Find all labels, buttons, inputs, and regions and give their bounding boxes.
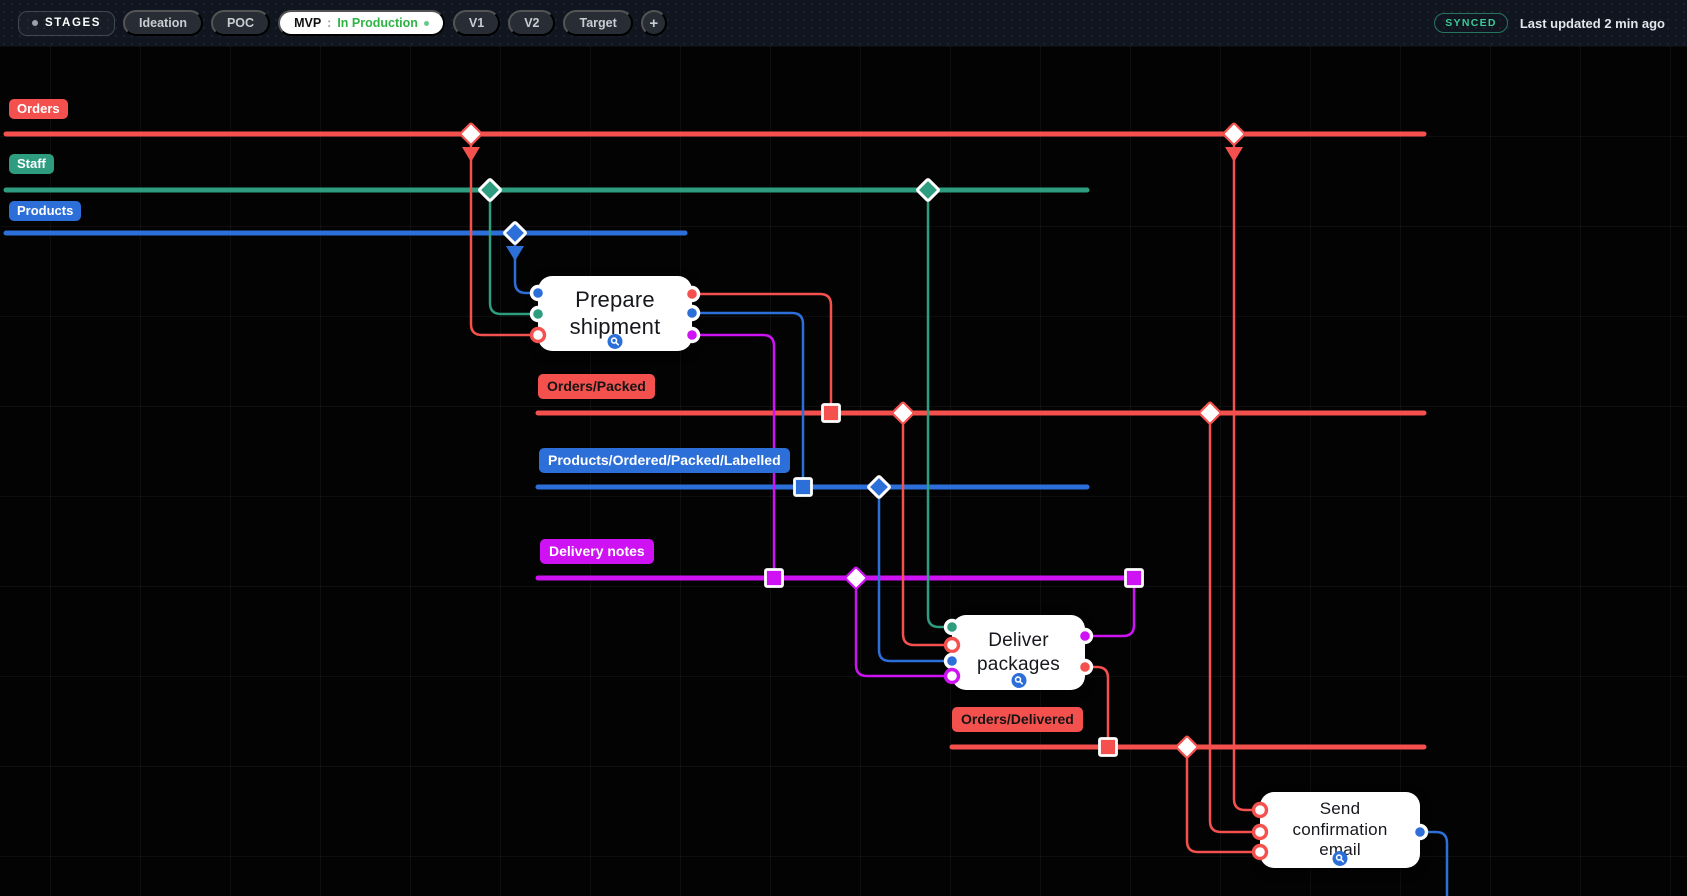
tab-target[interactable]: Target: [563, 10, 633, 36]
diagram-canvas[interactable]: Orders Staff Products Orders/Packed Products…: [0, 0, 1687, 896]
edge-layer: [3, 122, 1449, 896]
tab-separator: :: [327, 16, 332, 30]
status-dot-icon: [423, 20, 429, 26]
tab-label: Ideation: [139, 16, 187, 30]
tab-v1[interactable]: V1: [452, 10, 501, 36]
connector-edge[interactable]: [699, 292, 833, 405]
port-blue-solid[interactable]: [529, 284, 547, 302]
port-blue-solid[interactable]: [683, 304, 701, 322]
markers-group: [459, 122, 1246, 759]
stage-tabs: Ideation POC MVP: In Production V1 V2 Target: [123, 10, 633, 36]
square-marker[interactable]: [793, 477, 813, 497]
diamond-marker[interactable]: [867, 475, 891, 499]
tab-ideation[interactable]: Ideation: [123, 10, 203, 36]
plus-icon: +: [649, 14, 659, 32]
port-red-solid[interactable]: [683, 285, 701, 303]
square-marker[interactable]: [1124, 568, 1144, 588]
diamond-marker[interactable]: [1175, 735, 1199, 759]
port-blue-solid[interactable]: [943, 652, 961, 670]
stages-button-label: STAGES: [45, 17, 102, 29]
diamond-marker[interactable]: [478, 178, 502, 202]
diamond-marker[interactable]: [891, 401, 915, 425]
square-marker[interactable]: [821, 403, 841, 423]
last-updated-text: Last updated 2 min ago: [1519, 15, 1665, 31]
connector-edge[interactable]: [901, 420, 944, 647]
port-red-ring[interactable]: [1251, 843, 1269, 861]
connector-edge[interactable]: [1208, 420, 1252, 834]
port-teal-solid[interactable]: [943, 618, 961, 636]
diamond-marker[interactable]: [916, 178, 940, 202]
connector-edge[interactable]: [1426, 830, 1449, 896]
ports-group: [529, 284, 1429, 861]
stream-label-orders-packed[interactable]: Orders/Packed: [538, 374, 655, 399]
port-red-solid[interactable]: [1076, 658, 1094, 676]
port-magenta-ring[interactable]: [943, 667, 961, 685]
tab-label: Target: [579, 16, 617, 30]
diamond-marker[interactable]: [1198, 401, 1222, 425]
port-magenta-solid[interactable]: [683, 326, 701, 344]
tab-label: V1: [468, 16, 485, 30]
connector-edge[interactable]: [1185, 754, 1252, 854]
stream-label-staff[interactable]: Staff: [9, 154, 54, 174]
add-stage-button[interactable]: +: [640, 10, 667, 36]
diamond-marker[interactable]: [844, 566, 868, 590]
stream-label-products-ordered-packed-labelled[interactable]: Products/Ordered/Packed/Labelled: [539, 448, 790, 473]
flow-arrow-down-icon: [462, 147, 480, 162]
diamond-marker[interactable]: [503, 221, 527, 245]
app-root: Orders Staff Products Orders/Packed Products…: [0, 0, 1687, 896]
connectors-group: [462, 141, 1449, 896]
stream-label-orders[interactable]: Orders: [9, 99, 68, 119]
diamond-marker[interactable]: [459, 122, 483, 146]
square-marker[interactable]: [1098, 737, 1118, 757]
stream-lines-group: [3, 131, 1427, 750]
tab-v2[interactable]: V2: [508, 10, 556, 36]
port-teal-solid[interactable]: [529, 305, 547, 323]
tab-poc[interactable]: POC: [210, 10, 271, 36]
square-marker[interactable]: [764, 568, 784, 588]
port-red-ring[interactable]: [943, 636, 961, 654]
port-red-ring[interactable]: [1251, 823, 1269, 841]
tab-mvp[interactable]: MVP: In Production: [278, 10, 445, 36]
port-blue-solid[interactable]: [1411, 823, 1429, 841]
tab-label: V2: [524, 16, 540, 30]
port-red-ring[interactable]: [529, 326, 547, 344]
connector-edge[interactable]: [1093, 586, 1136, 638]
port-red-ring[interactable]: [1251, 801, 1269, 819]
stream-label-products[interactable]: Products: [9, 201, 82, 221]
tab-label: POC: [226, 16, 255, 30]
flow-arrow-down-icon: [1225, 147, 1243, 162]
toolbar: STAGES Ideation POC MVP: In Production V1 V2 T…: [0, 0, 1687, 46]
stream-label-orders-delivered[interactable]: Orders/Delivered: [952, 707, 1083, 732]
flow-arrow-down-icon: [506, 246, 524, 261]
sync-status-badge: SYNCED: [1434, 13, 1508, 33]
connector-edge[interactable]: [1093, 665, 1110, 739]
diamond-marker[interactable]: [1222, 122, 1246, 146]
toolbar-left: STAGES Ideation POC MVP: In Production V1 V2 T…: [18, 10, 667, 36]
toolbar-right: SYNCED Last updated 2 min ago: [1434, 13, 1665, 33]
stages-dot-icon: [32, 20, 38, 26]
stages-button[interactable]: STAGES: [18, 10, 116, 36]
connector-edge[interactable]: [488, 197, 530, 316]
stream-label-delivery-notes[interactable]: Delivery notes: [540, 539, 654, 564]
tab-status-text: In Production: [337, 16, 418, 30]
connector-edge[interactable]: [854, 585, 944, 678]
connector-edge[interactable]: [1232, 141, 1252, 812]
port-magenta-solid[interactable]: [1076, 627, 1094, 645]
tab-label: MVP: [294, 16, 322, 30]
